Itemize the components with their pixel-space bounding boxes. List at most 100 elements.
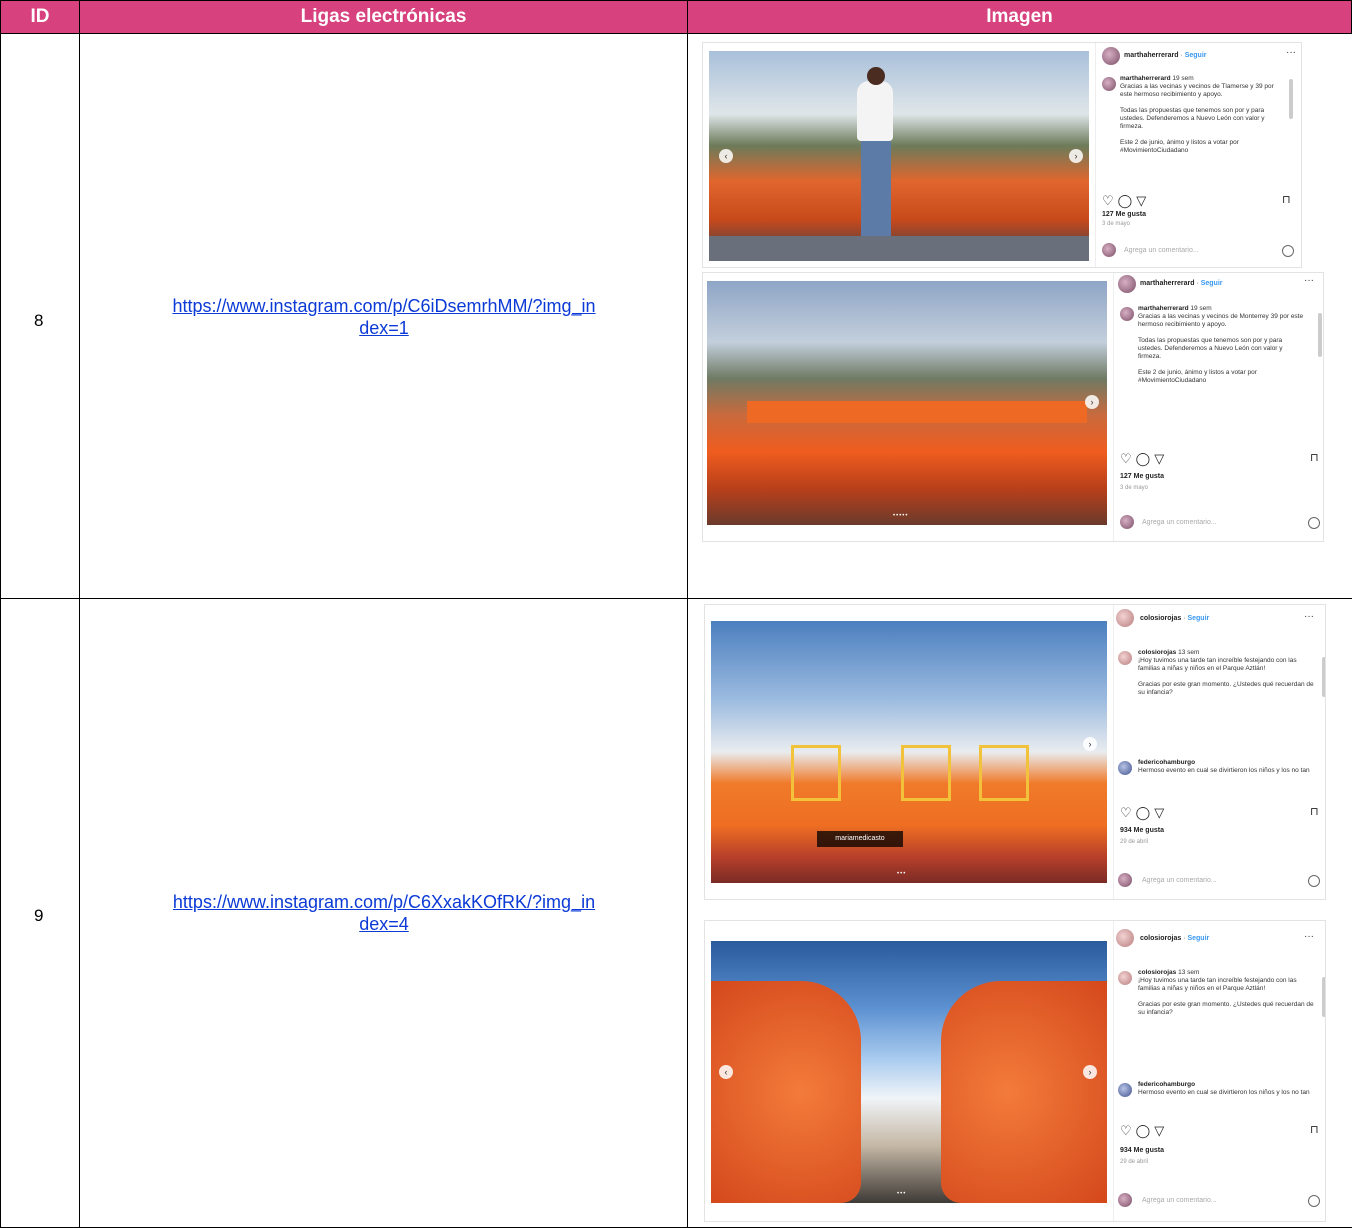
row-9-link-line1[interactable]: https://www.instagram.com/p/C6XxakKOfRK/…	[173, 892, 595, 912]
carousel-dots: •••••	[893, 513, 909, 519]
commenter-avatar	[1118, 761, 1132, 775]
follow-button[interactable]: Seguir	[1185, 52, 1207, 59]
caption-avatar	[1120, 307, 1134, 321]
avatar[interactable]	[1116, 609, 1134, 627]
instagram-post-screenshot: › ••••• marthaherrerard · Seguir ··· mar…	[702, 272, 1324, 542]
likes-count[interactable]: 127 Me gusta	[1102, 211, 1146, 218]
instagram-post-screenshot: ‹ › marthaherrerard · Seguir ··· marthah…	[702, 42, 1302, 268]
speaker-shirt	[857, 81, 893, 141]
follow-button[interactable]: Seguir	[1187, 935, 1209, 942]
caption-text-3: Este 2 de junio, ánimo y listos a votar …	[1120, 139, 1239, 154]
more-options-icon[interactable]: ···	[1304, 931, 1314, 942]
next-arrow-icon[interactable]: ›	[1085, 395, 1099, 409]
username[interactable]: marthaherrerard	[1124, 52, 1178, 59]
caption: marthaherrerard 19 sem Gracias a las vec…	[1120, 75, 1280, 155]
bookmark-icon[interactable]: ⊓	[1310, 805, 1319, 818]
header-id: ID	[0, 0, 80, 34]
stage-floor	[709, 236, 1089, 261]
caption: colosiorojas 13 sem ¡Hoy tuvimos una tar…	[1138, 969, 1314, 1017]
caption-username: marthaherrerard	[1120, 75, 1171, 82]
emoji-icon[interactable]	[1282, 245, 1294, 257]
comment-avatar	[1102, 243, 1116, 257]
avatar[interactable]	[1116, 929, 1134, 947]
bookmark-icon[interactable]: ⊓	[1282, 193, 1291, 206]
action-icons[interactable]: ♡◯▽	[1102, 193, 1150, 209]
caption-text-2: Gracias por este gran momento. ¿Ustedes …	[1138, 681, 1314, 696]
post-photo: › •••••	[707, 281, 1107, 525]
next-arrow-icon[interactable]: ›	[1083, 1065, 1097, 1079]
bookmark-icon[interactable]: ⊓	[1310, 1123, 1319, 1136]
comment-input[interactable]: Agrega un comentario...	[1142, 519, 1217, 526]
username[interactable]: colosiorojas	[1140, 935, 1181, 942]
avatar[interactable]	[1118, 275, 1136, 293]
commenter-name[interactable]: federicohamburgo	[1138, 1081, 1195, 1088]
caption: colosiorojas 13 sem ¡Hoy tuvimos una tar…	[1138, 649, 1314, 697]
caption-time: 19 sem	[1190, 305, 1212, 312]
post-sidebar: marthaherrerard · Seguir ··· marthaherre…	[1113, 273, 1323, 541]
caption-avatar	[1118, 971, 1132, 985]
prev-arrow-icon[interactable]: ‹	[719, 1065, 733, 1079]
likes-count[interactable]: 934 Me gusta	[1120, 827, 1164, 834]
comment-input[interactable]: Agrega un comentario...	[1124, 247, 1199, 254]
post-date: 3 de mayo	[1120, 485, 1149, 491]
user-tag[interactable]: mariamedicasto	[817, 831, 903, 847]
next-arrow-icon[interactable]: ›	[1069, 149, 1083, 163]
likes-count[interactable]: 934 Me gusta	[1120, 1147, 1164, 1154]
row-9-link[interactable]: https://www.instagram.com/p/C6XxakKOfRK/…	[86, 891, 682, 935]
row-8-link-line2[interactable]: dex=1	[359, 318, 409, 338]
follow-button[interactable]: Seguir	[1187, 615, 1209, 622]
scrollbar[interactable]	[1322, 977, 1325, 1017]
yellow-frame	[901, 745, 951, 801]
comment-input[interactable]: Agrega un comentario...	[1142, 877, 1217, 884]
post-sidebar: colosiorojas · Seguir ··· colosiorojas 1…	[1113, 605, 1325, 899]
more-options-icon[interactable]: ···	[1286, 47, 1296, 58]
username[interactable]: colosiorojas	[1140, 615, 1181, 622]
row-9-id: 9	[34, 906, 44, 925]
follow-button[interactable]: Seguir	[1201, 280, 1223, 287]
caption-avatar	[1102, 77, 1116, 91]
speaker-jeans	[861, 141, 891, 236]
username[interactable]: marthaherrerard	[1140, 280, 1194, 287]
action-icons[interactable]: ♡◯▽	[1120, 805, 1168, 821]
row-9-link-line2[interactable]: dex=4	[359, 914, 409, 934]
caption-text-1: Gracias a las vecinas y vecinos de Tlame…	[1120, 83, 1274, 98]
action-icons[interactable]: ♡◯▽	[1120, 1123, 1168, 1139]
carousel-dots: •••	[897, 871, 907, 877]
carousel-dots: •••	[897, 1191, 907, 1197]
avatar[interactable]	[1102, 47, 1120, 65]
caption: marthaherrerard 19 sem Gracias a las vec…	[1138, 305, 1306, 385]
row-8-link-line1[interactable]: https://www.instagram.com/p/C6iDsemrhMM/…	[172, 296, 595, 316]
yellow-frame	[979, 745, 1029, 801]
likes-count[interactable]: 127 Me gusta	[1120, 473, 1164, 480]
post-date: 29 de abril	[1120, 1159, 1149, 1165]
emoji-icon[interactable]	[1308, 875, 1320, 887]
caption-time: 13 sem	[1178, 649, 1200, 656]
comment: federicohamburgo Hermoso evento en cual …	[1138, 1081, 1314, 1097]
caption-text-2: Todas las propuestas que tenemos son por…	[1138, 337, 1283, 360]
scrollbar[interactable]	[1318, 313, 1322, 357]
emoji-icon[interactable]	[1308, 517, 1320, 529]
post-header: colosiorojas · Seguir	[1140, 615, 1210, 622]
comment-input[interactable]: Agrega un comentario...	[1142, 1197, 1217, 1204]
evidence-table: ID Ligas electrónicas Imagen 8 https://w…	[0, 0, 1352, 1228]
bookmark-icon[interactable]: ⊓	[1310, 451, 1319, 464]
prev-arrow-icon[interactable]: ‹	[719, 149, 733, 163]
commenter-name[interactable]: federicohamburgo	[1138, 759, 1195, 766]
scrollbar[interactable]	[1322, 657, 1325, 697]
next-arrow-icon[interactable]: ›	[1083, 737, 1097, 751]
caption-text-3: Este 2 de junio, ánimo y listos a votar …	[1138, 369, 1257, 384]
caption-time: 13 sem	[1178, 969, 1200, 976]
post-header: colosiorojas · Seguir	[1140, 935, 1210, 942]
more-options-icon[interactable]: ···	[1304, 611, 1314, 622]
caption-time: 19 sem	[1172, 75, 1194, 82]
caption-username: marthaherrerard	[1138, 305, 1189, 312]
scrollbar[interactable]	[1289, 79, 1293, 119]
row-8-link[interactable]: https://www.instagram.com/p/C6iDsemrhMM/…	[86, 295, 682, 339]
emoji-icon[interactable]	[1308, 1195, 1320, 1207]
more-options-icon[interactable]: ···	[1304, 275, 1314, 286]
caption-username: colosiorojas	[1138, 649, 1177, 656]
comment-avatar	[1118, 1193, 1132, 1207]
header-image: Imagen	[687, 0, 1352, 34]
action-icons[interactable]: ♡◯▽	[1120, 451, 1168, 467]
caption-text-1: ¡Hoy tuvimos una tarde tan increíble fes…	[1138, 657, 1297, 672]
